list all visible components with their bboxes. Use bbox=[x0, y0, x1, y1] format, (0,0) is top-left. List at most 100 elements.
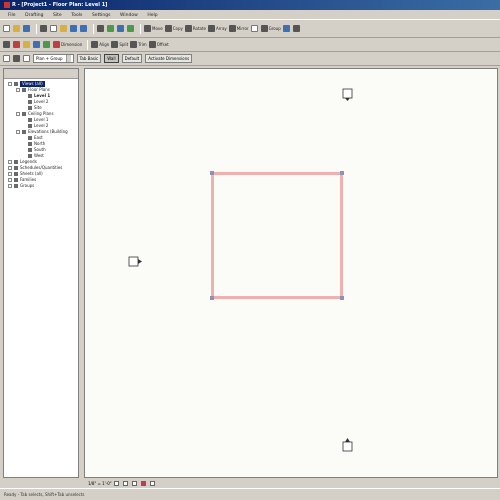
undo-button[interactable] bbox=[70, 24, 78, 34]
sun-button[interactable] bbox=[127, 24, 135, 34]
split-button[interactable]: Split bbox=[111, 40, 128, 50]
3d-view-button[interactable] bbox=[107, 24, 115, 34]
options-bar: Plan + Group Tab Basic Wall Default Acti… bbox=[0, 52, 500, 66]
door-icon bbox=[23, 41, 30, 48]
expand-toggle-icon[interactable] bbox=[16, 112, 20, 116]
expand-toggle-icon[interactable] bbox=[8, 82, 12, 86]
default-option-button[interactable]: Default bbox=[121, 54, 143, 63]
offset-button[interactable]: Offset bbox=[148, 40, 169, 50]
view-node-icon bbox=[14, 82, 18, 86]
expand-toggle-icon[interactable] bbox=[8, 166, 12, 170]
rotate-button[interactable]: Rotate bbox=[184, 24, 206, 34]
model-graphics-icon[interactable] bbox=[122, 480, 128, 486]
type-properties-button[interactable] bbox=[3, 54, 11, 64]
wall-endpoint[interactable] bbox=[340, 296, 344, 300]
element-properties-button[interactable] bbox=[23, 54, 31, 64]
move-button[interactable]: Move bbox=[144, 24, 163, 34]
menu-bar: File Drafting Site Tools Settings Window… bbox=[0, 10, 500, 20]
window-tool-button[interactable] bbox=[33, 40, 41, 50]
move-label: Move bbox=[152, 26, 163, 31]
select-button[interactable] bbox=[3, 40, 11, 50]
wall-tool-button[interactable] bbox=[13, 40, 21, 50]
shadows-icon[interactable] bbox=[131, 480, 137, 486]
component-tool-button[interactable] bbox=[43, 40, 51, 50]
wall-option-button[interactable]: Wall bbox=[104, 54, 119, 63]
save-button[interactable] bbox=[23, 24, 31, 34]
group-button[interactable]: Group bbox=[260, 24, 281, 34]
tree-node[interactable]: Groups bbox=[4, 183, 78, 189]
tree-node-label: Families bbox=[20, 177, 37, 182]
expand-toggle-icon[interactable] bbox=[8, 160, 12, 164]
copy-tool-button[interactable]: Copy bbox=[164, 24, 183, 34]
render-button[interactable] bbox=[117, 24, 125, 34]
drawing-canvas[interactable] bbox=[84, 68, 498, 478]
trim-button[interactable]: Trim bbox=[130, 40, 147, 50]
magnifier-icon bbox=[97, 25, 104, 32]
expand-toggle-icon[interactable] bbox=[8, 172, 12, 176]
menu-settings[interactable]: Settings bbox=[92, 13, 110, 18]
menu-tools[interactable]: Tools bbox=[71, 13, 82, 18]
modify-button[interactable] bbox=[13, 54, 21, 64]
cut-button[interactable] bbox=[40, 24, 48, 34]
scissors-icon bbox=[40, 25, 47, 32]
offset-icon bbox=[148, 41, 156, 48]
paint-button[interactable] bbox=[282, 24, 291, 34]
zoom-button[interactable] bbox=[97, 24, 105, 34]
copy-label: Copy bbox=[172, 26, 183, 31]
view-node-icon bbox=[28, 100, 32, 104]
south-elevation-marker-icon[interactable] bbox=[341, 437, 355, 453]
align-button[interactable]: Align bbox=[91, 40, 109, 50]
hide-isolate-icon[interactable] bbox=[149, 480, 155, 486]
pin-button[interactable] bbox=[250, 24, 259, 34]
app-icon[interactable] bbox=[4, 1, 10, 8]
rotate-label: Rotate bbox=[192, 26, 206, 31]
north-elevation-marker-icon[interactable] bbox=[341, 87, 355, 103]
toolbar-separator bbox=[36, 23, 37, 34]
dimension-button[interactable]: Dimension bbox=[53, 40, 82, 50]
toolbar-separator bbox=[87, 39, 89, 50]
mirror-button[interactable]: Mirror bbox=[228, 24, 249, 34]
new-button[interactable] bbox=[3, 24, 11, 34]
group-label: Group bbox=[268, 26, 281, 31]
redo-button[interactable] bbox=[80, 24, 88, 34]
menu-file[interactable]: File bbox=[8, 13, 16, 18]
expand-toggle-icon[interactable] bbox=[16, 88, 20, 92]
paste-button[interactable] bbox=[60, 24, 68, 34]
tab-basic-button[interactable]: Tab Basic bbox=[76, 54, 102, 63]
split-face-button[interactable] bbox=[292, 24, 301, 34]
menu-help[interactable]: Help bbox=[147, 13, 157, 18]
copy-button[interactable] bbox=[50, 24, 58, 34]
west-elevation-marker-icon[interactable] bbox=[127, 255, 145, 269]
expand-toggle-icon[interactable] bbox=[8, 184, 12, 188]
crop-region-icon[interactable] bbox=[140, 480, 146, 486]
undo-icon bbox=[70, 25, 77, 32]
toolbar-separator bbox=[140, 23, 141, 34]
split-face-icon bbox=[292, 25, 300, 32]
wall-endpoint[interactable] bbox=[210, 296, 214, 300]
type-selector-value: Plan + Group bbox=[36, 56, 63, 61]
expand-toggle-icon[interactable] bbox=[16, 130, 20, 134]
open-button[interactable] bbox=[13, 24, 21, 34]
view-scale[interactable]: 1/8" = 1'-0" bbox=[88, 481, 112, 486]
redo-icon bbox=[80, 25, 87, 32]
view-node-icon bbox=[28, 118, 32, 122]
view-node-icon bbox=[14, 160, 18, 164]
tree-node-label: Level 2 bbox=[34, 123, 49, 128]
menu-window[interactable]: Window bbox=[120, 13, 138, 18]
wall-endpoint[interactable] bbox=[210, 171, 214, 175]
menu-site[interactable]: Site bbox=[53, 13, 62, 18]
copy-icon bbox=[50, 25, 57, 32]
detail-level-icon[interactable] bbox=[113, 480, 119, 486]
expand-toggle-icon[interactable] bbox=[8, 178, 12, 182]
activate-dimensions-button[interactable]: Activate Dimensions bbox=[145, 54, 193, 63]
type-selector[interactable]: Plan + Group bbox=[33, 54, 74, 63]
copy-tool-icon bbox=[164, 25, 172, 32]
door-tool-button[interactable] bbox=[23, 40, 31, 50]
sun-icon bbox=[127, 25, 134, 32]
rotate-icon bbox=[184, 25, 192, 32]
trim-icon bbox=[130, 41, 138, 48]
wall-endpoint[interactable] bbox=[340, 171, 344, 175]
menu-drafting[interactable]: Drafting bbox=[25, 13, 43, 18]
array-button[interactable]: Array bbox=[208, 24, 227, 34]
wall-rectangle[interactable] bbox=[210, 171, 344, 300]
